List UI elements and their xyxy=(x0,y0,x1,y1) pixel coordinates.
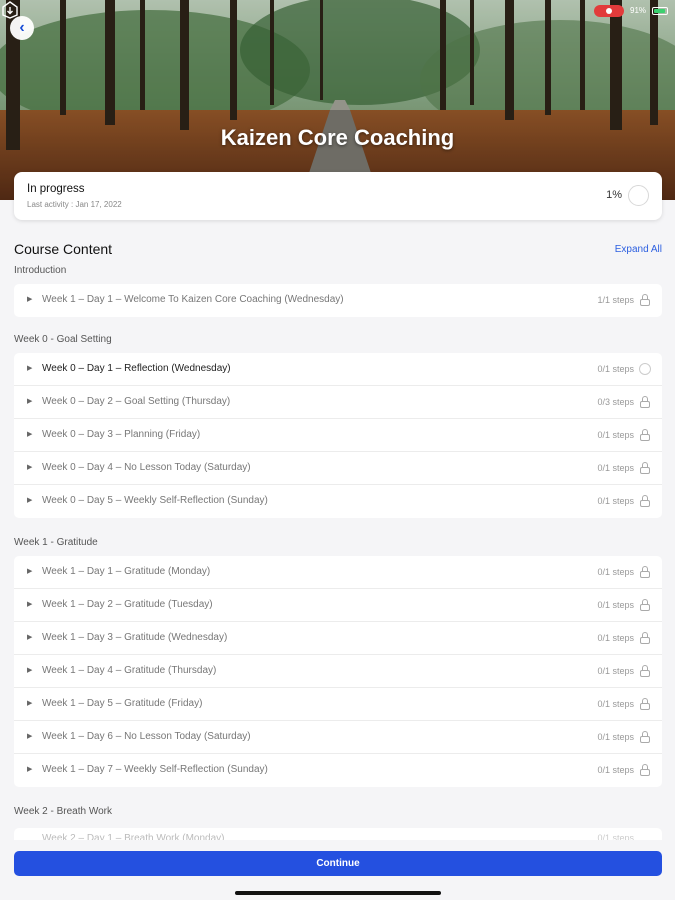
course-title: Kaizen Core Coaching xyxy=(220,125,455,150)
course-content-header: Course Content Expand All xyxy=(14,241,662,261)
lesson-label: Week 1 – Day 3 – Gratitude (Wednesday) xyxy=(42,632,228,643)
lock-icon xyxy=(639,665,651,677)
triangle-right-icon: ▶ xyxy=(27,634,33,641)
home-indicator xyxy=(235,891,441,895)
lesson-steps: 0/1 steps xyxy=(597,600,634,610)
lesson-row[interactable]: ▶ Week 0 – Day 3 – Planning (Friday) 0/1… xyxy=(14,419,662,452)
lock-icon xyxy=(639,429,651,441)
triangle-right-icon: ▶ xyxy=(27,431,33,438)
lesson-steps: 0/1 steps xyxy=(597,765,634,775)
lesson-steps: 0/3 steps xyxy=(597,397,634,407)
lesson-label: Week 0 – Day 4 – No Lesson Today (Saturd… xyxy=(42,462,251,473)
section-label-introduction: Introduction xyxy=(14,265,67,276)
lock-icon xyxy=(639,698,651,710)
lesson-row[interactable]: ▶ Week 1 – Day 5 – Gratitude (Friday) 0/… xyxy=(14,688,662,721)
forest-image xyxy=(0,0,675,200)
triangle-right-icon: ▶ xyxy=(27,296,33,303)
course-content-title: Course Content xyxy=(14,241,113,257)
progress-ring xyxy=(628,185,649,206)
chevron-left-icon: ‹ xyxy=(19,19,25,36)
lesson-steps: 0/1 steps xyxy=(597,699,634,709)
triangle-right-icon: ▶ xyxy=(27,497,33,504)
lesson-row[interactable]: ▶ Week 1 – Day 2 – Gratitude (Tuesday) 0… xyxy=(14,589,662,622)
last-activity: Last activity : Jan 17, 2022 xyxy=(27,200,122,209)
lesson-steps: 0/1 steps xyxy=(597,430,634,440)
lesson-label: Week 0 – Day 3 – Planning (Friday) xyxy=(42,429,201,440)
lesson-label: Week 1 – Day 1 – Gratitude (Monday) xyxy=(42,566,211,577)
triangle-right-icon: ▶ xyxy=(27,365,33,372)
download-icon[interactable] xyxy=(0,0,20,20)
lesson-steps: 0/1 steps xyxy=(597,666,634,676)
screen-recording-indicator xyxy=(594,5,624,17)
lesson-label: Week 1 – Day 6 – No Lesson Today (Saturd… xyxy=(42,731,251,742)
lesson-row[interactable]: ▶ Week 1 – Day 6 – No Lesson Today (Satu… xyxy=(14,721,662,754)
lesson-steps: 0/1 steps xyxy=(597,567,634,577)
lock-icon xyxy=(639,396,651,408)
triangle-right-icon: ▶ xyxy=(27,700,33,707)
lesson-label: Week 1 – Day 5 – Gratitude (Friday) xyxy=(42,698,203,709)
triangle-right-icon: ▶ xyxy=(27,766,33,773)
status-bar: 91% xyxy=(0,3,675,17)
lesson-label: Week 1 – Day 7 – Weekly Self-Reflection … xyxy=(42,764,268,775)
triangle-right-icon: ▶ xyxy=(27,601,33,608)
progress-card: In progress Last activity : Jan 17, 2022… xyxy=(14,172,662,220)
lesson-group-week-0: ▶ Week 0 – Day 1 – Reflection (Wednesday… xyxy=(14,353,662,518)
lesson-label: Week 0 – Day 2 – Goal Setting (Thursday) xyxy=(42,396,231,407)
lesson-row[interactable]: ▶ Week 0 – Day 1 – Reflection (Wednesday… xyxy=(14,353,662,386)
lock-icon xyxy=(639,632,651,644)
lock-icon xyxy=(639,462,651,474)
lock-icon xyxy=(639,731,651,743)
lesson-row[interactable]: ▶ Week 0 – Day 2 – Goal Setting (Thursda… xyxy=(14,386,662,419)
lesson-row[interactable]: ▶ Week 0 – Day 5 – Weekly Self-Reflectio… xyxy=(14,485,662,518)
triangle-right-icon: ▶ xyxy=(27,733,33,740)
lesson-label: Week 1 – Day 4 – Gratitude (Thursday) xyxy=(42,665,217,676)
triangle-right-icon: ▶ xyxy=(27,568,33,575)
triangle-right-icon: ▶ xyxy=(27,398,33,405)
lesson-steps: 1/1 steps xyxy=(597,295,634,305)
lesson-row[interactable]: ▶ Week 0 – Day 4 – No Lesson Today (Satu… xyxy=(14,452,662,485)
lesson-steps: 0/1 steps xyxy=(597,364,634,374)
triangle-right-icon: ▶ xyxy=(27,667,33,674)
triangle-right-icon: ▶ xyxy=(27,464,33,471)
lesson-row[interactable]: ▶ Week 1 – Day 3 – Gratitude (Wednesday)… xyxy=(14,622,662,655)
lock-icon xyxy=(639,764,651,776)
lesson-label: Week 0 – Day 1 – Reflection (Wednesday) xyxy=(42,363,231,374)
lesson-row[interactable]: ▶ Week 1 – Day 1 – Welcome To Kaizen Cor… xyxy=(14,284,662,317)
expand-all-link[interactable]: Expand All xyxy=(615,244,662,255)
section-label-week-1: Week 1 - Gratitude xyxy=(14,537,98,548)
lock-icon xyxy=(639,294,651,306)
lock-icon xyxy=(639,599,651,611)
battery-icon xyxy=(652,7,668,15)
bottom-bar: Continue xyxy=(0,840,675,900)
lesson-row[interactable]: ▶ Week 1 – Day 4 – Gratitude (Thursday) … xyxy=(14,655,662,688)
lesson-label: Week 1 – Day 2 – Gratitude (Tuesday) xyxy=(42,599,213,610)
continue-button[interactable]: Continue xyxy=(14,851,662,876)
lesson-group-week-1: ▶ Week 1 – Day 1 – Gratitude (Monday) 0/… xyxy=(14,556,662,787)
battery-percentage: 91% xyxy=(630,6,647,15)
lesson-steps: 0/1 steps xyxy=(597,633,634,643)
hero-banner: 91% ‹ Kaizen Core Coaching xyxy=(0,0,675,200)
lesson-steps: 0/1 steps xyxy=(597,732,634,742)
section-label-week-0: Week 0 - Goal Setting xyxy=(14,334,112,345)
lesson-row[interactable]: ▶ Week 1 – Day 7 – Weekly Self-Reflectio… xyxy=(14,754,662,787)
circle-icon xyxy=(639,363,651,375)
progress-status: In progress xyxy=(27,183,85,195)
lesson-label: Week 1 – Day 1 – Welcome To Kaizen Core … xyxy=(42,294,344,305)
lesson-steps: 0/1 steps xyxy=(597,463,634,473)
section-label-week-2: Week 2 - Breath Work xyxy=(14,806,112,817)
lesson-steps: 0/1 steps xyxy=(597,496,634,506)
progress-percent: 1% xyxy=(606,189,622,201)
lesson-label: Week 0 – Day 5 – Weekly Self-Reflection … xyxy=(42,495,268,506)
lock-icon xyxy=(639,566,651,578)
lesson-group-introduction: ▶ Week 1 – Day 1 – Welcome To Kaizen Cor… xyxy=(14,284,662,317)
lock-icon xyxy=(639,495,651,507)
lesson-row[interactable]: ▶ Week 1 – Day 1 – Gratitude (Monday) 0/… xyxy=(14,556,662,589)
